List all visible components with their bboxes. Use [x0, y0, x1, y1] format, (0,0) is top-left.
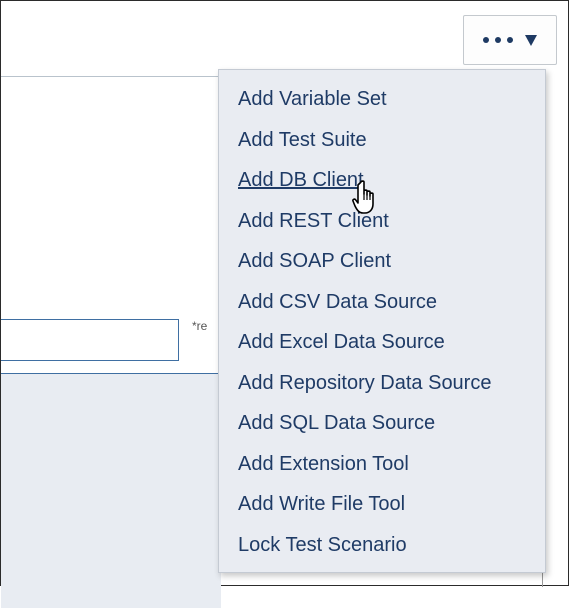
menu-item-add-write-file-tool[interactable]: Add Write File Tool	[219, 484, 545, 525]
menu-item-add-extension-tool[interactable]: Add Extension Tool	[219, 444, 545, 485]
menu-item-add-csv-data-source[interactable]: Add CSV Data Source	[219, 282, 545, 323]
caret-down-icon	[525, 34, 537, 46]
menu-item-add-sql-data-source[interactable]: Add SQL Data Source	[219, 403, 545, 444]
ellipsis-icon	[483, 37, 513, 43]
menu-item-add-repository-data-source[interactable]: Add Repository Data Source	[219, 363, 545, 404]
hand-pointer-icon	[352, 180, 374, 214]
name-input[interactable]	[1, 319, 179, 361]
menu-item-add-variable-set[interactable]: Add Variable Set	[219, 79, 545, 120]
content-panel	[1, 373, 221, 608]
header-divider	[1, 76, 221, 77]
menu-item-add-db-client[interactable]: Add DB Client	[219, 160, 545, 201]
menu-item-add-rest-client[interactable]: Add REST Client	[219, 201, 545, 242]
menu-item-add-excel-data-source[interactable]: Add Excel Data Source	[219, 322, 545, 363]
required-note: *re	[192, 319, 208, 333]
actions-dropdown-menu: Add Variable Set Add Test Suite Add DB C…	[218, 69, 546, 573]
menu-item-lock-test-scenario[interactable]: Lock Test Scenario	[219, 525, 545, 566]
menu-item-add-test-suite[interactable]: Add Test Suite	[219, 120, 545, 161]
menu-item-add-soap-client[interactable]: Add SOAP Client	[219, 241, 545, 282]
more-actions-button[interactable]	[463, 15, 557, 65]
